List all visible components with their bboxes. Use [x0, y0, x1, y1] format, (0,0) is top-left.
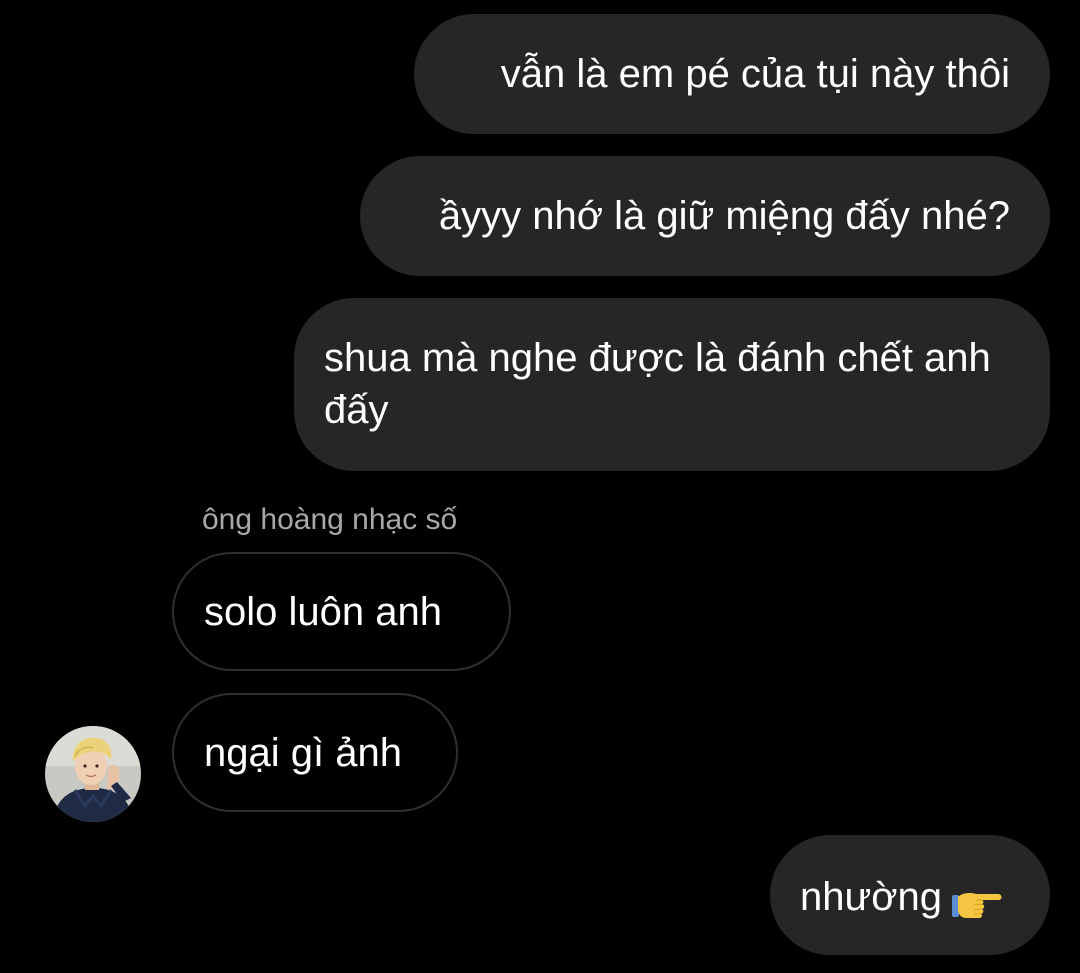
message-bubble-incoming[interactable]: ngại gì ảnh: [172, 693, 458, 812]
message-text: nhường: [800, 875, 942, 919]
message-bubble-incoming[interactable]: solo luôn anh: [172, 552, 511, 671]
backhand-index-pointing-right-icon: [952, 882, 1004, 919]
message-text: solo luôn anh: [204, 590, 442, 634]
sender-name: ông hoàng nhạc số: [202, 503, 458, 536]
message-bubble-outgoing[interactable]: nhường: [770, 835, 1050, 955]
avatar[interactable]: [45, 726, 141, 822]
message-text: vẫn là em pé của tụi này thôi: [500, 52, 1010, 96]
message-bubble-outgoing[interactable]: ầyyy nhớ là giữ miệng đấy nhé?: [360, 156, 1050, 276]
message-text: shua mà nghe được là đánh chết anh đấy: [324, 336, 991, 432]
message-text: ầyyy nhớ là giữ miệng đấy nhé?: [438, 194, 1010, 238]
message-text: ngại gì ảnh: [204, 731, 402, 775]
message-bubble-outgoing[interactable]: shua mà nghe được là đánh chết anh đấy: [294, 298, 1050, 471]
message-bubble-outgoing[interactable]: vẫn là em pé của tụi này thôi: [414, 14, 1050, 134]
contact-avatar-photo: [45, 726, 141, 822]
